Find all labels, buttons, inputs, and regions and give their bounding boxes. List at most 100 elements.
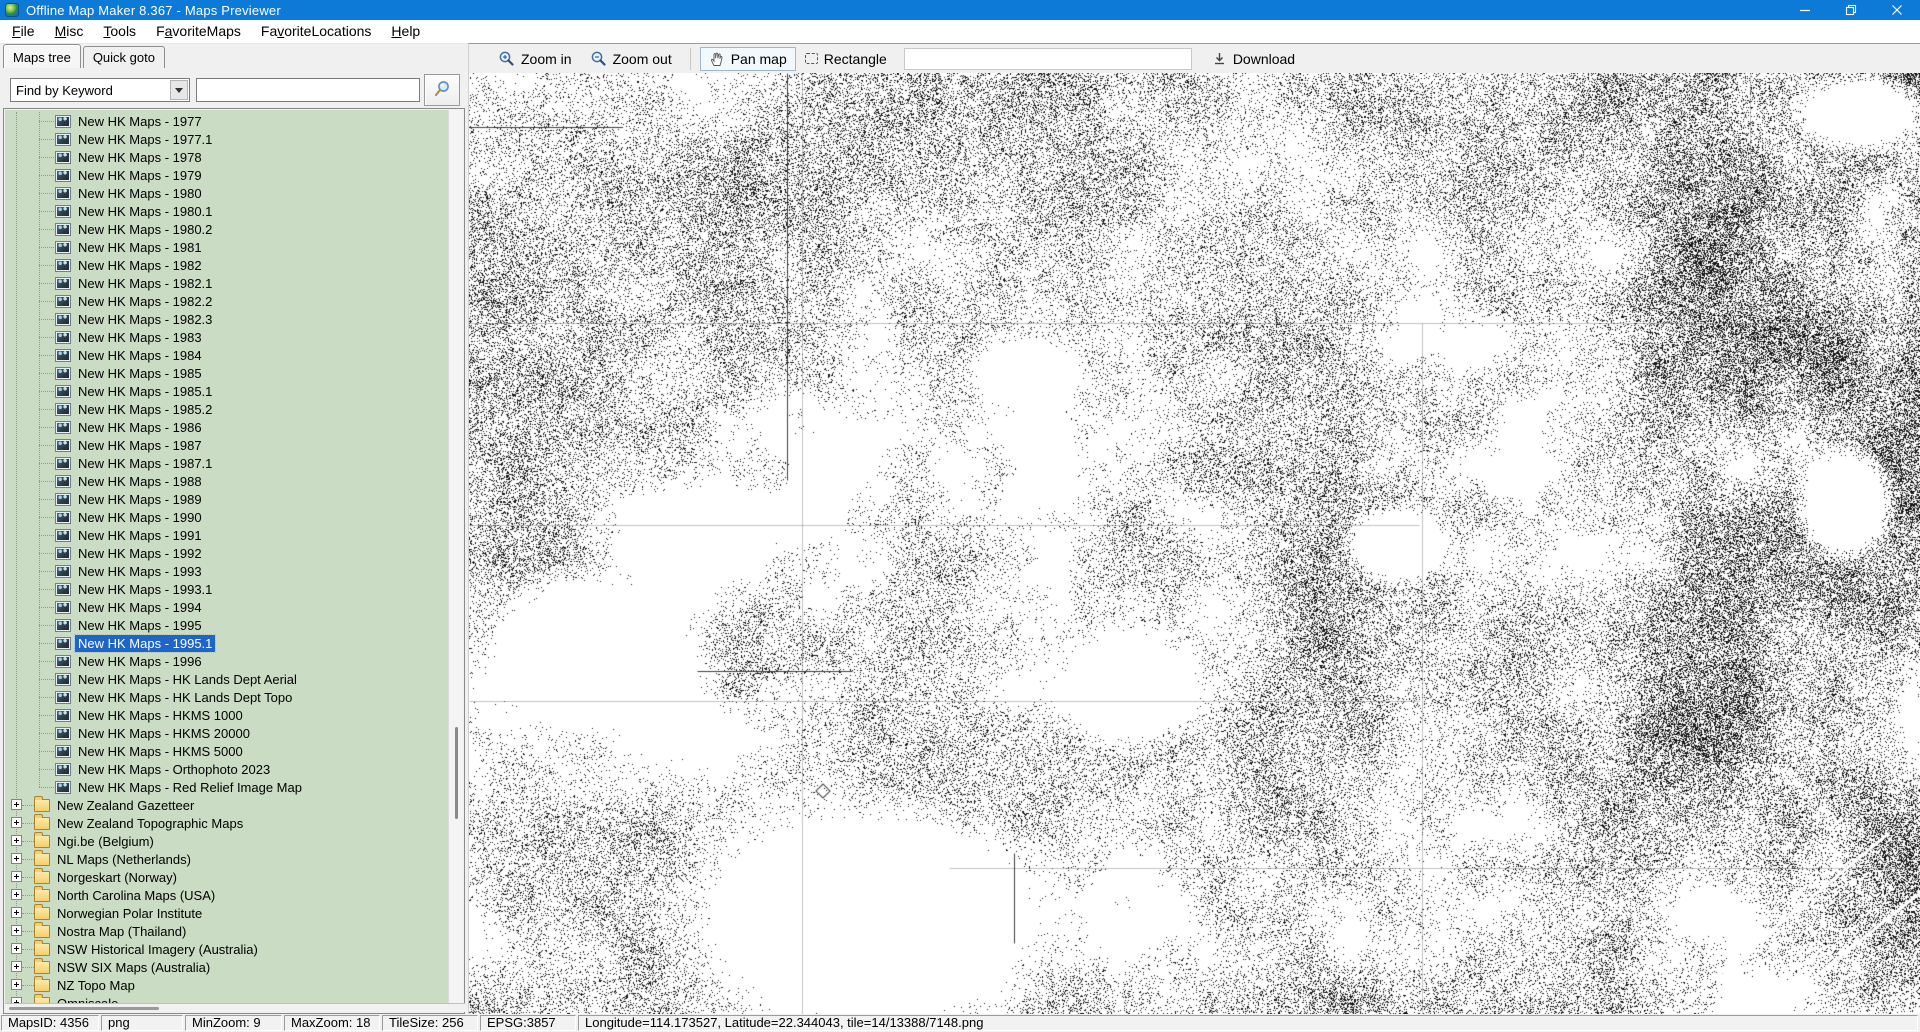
tree-item-folder[interactable]: North Carolina Maps (USA) [5,886,449,904]
tree-item-label[interactable]: New HK Maps - 1984 [75,347,205,364]
expand-plus-icon[interactable] [11,961,22,972]
tree-item-label[interactable]: New HK Maps - 1994 [75,599,205,616]
expand-plus-icon[interactable] [11,853,22,864]
tree-item-map[interactable]: New HK Maps - 1982.2 [5,292,449,310]
tree-item-label[interactable]: NSW Historical Imagery (Australia) [54,941,261,958]
tree-item-label[interactable]: NSW SIX Maps (Australia) [54,959,213,976]
tree-item-map[interactable]: New HK Maps - 1985.1 [5,382,449,400]
tree-item-label[interactable]: New HK Maps - Orthophoto 2023 [75,761,273,778]
tree-item-map[interactable]: New HK Maps - 1984 [5,346,449,364]
menu-file[interactable]: File [2,20,45,43]
tree-item-label[interactable]: New Zealand Topographic Maps [54,815,246,832]
menu-favoritemaps[interactable]: FavoriteMaps [146,20,251,43]
tree-item-label[interactable]: New HK Maps - 1979 [75,167,205,184]
tree-item-label[interactable]: NZ Topo Map [54,977,138,994]
tree-item-folder[interactable]: Ngi.be (Belgium) [5,832,449,850]
tree-item-map[interactable]: New HK Maps - Orthophoto 2023 [5,760,449,778]
tree-item-label[interactable]: New HK Maps - HK Lands Dept Aerial [75,671,300,688]
rectangle-button[interactable]: Rectangle [796,47,896,71]
tree-item-folder[interactable]: NSW SIX Maps (Australia) [5,958,449,976]
zoom-in-button[interactable]: Zoom in [489,46,581,71]
tree-item-label[interactable]: New HK Maps - 1978 [75,149,205,166]
tree-item-label[interactable]: New HK Maps - HKMS 20000 [75,725,253,742]
tree-item-folder[interactable]: NL Maps (Netherlands) [5,850,449,868]
tree-item-label[interactable]: New HK Maps - 1989 [75,491,205,508]
tree-item-label[interactable]: New HK Maps - 1991 [75,527,205,544]
tree-item-label[interactable]: New HK Maps - 1986 [75,419,205,436]
tree-item-label[interactable]: New HK Maps - 1980.2 [75,221,215,238]
tree-item-map[interactable]: New HK Maps - 1982 [5,256,449,274]
tree-item-map[interactable]: New HK Maps - 1977 [5,112,449,130]
expand-plus-icon[interactable] [11,979,22,990]
tree-item-map[interactable]: New HK Maps - 1981 [5,238,449,256]
tree-item-label[interactable]: New HK Maps - 1977 [75,113,205,130]
tree-item-map[interactable]: New HK Maps - 1988 [5,472,449,490]
tree-item-map[interactable]: New HK Maps - 1995 [5,616,449,634]
tree-item-map[interactable]: New HK Maps - 1982.3 [5,310,449,328]
map-preview-canvas[interactable] [469,73,1920,1015]
tree-item-map[interactable]: New HK Maps - 1987.1 [5,454,449,472]
expand-plus-icon[interactable] [11,799,22,810]
tree-item-map[interactable]: New HK Maps - 1980.1 [5,202,449,220]
tree-item-folder[interactable]: NZ Topo Map [5,976,449,994]
tree-item-map[interactable]: New HK Maps - 1978 [5,148,449,166]
tree-item-map[interactable]: New HK Maps - HKMS 20000 [5,724,449,742]
search-button[interactable] [424,74,460,106]
tree-item-label[interactable]: New HK Maps - 1985 [75,365,205,382]
tree-item-label[interactable]: New HK Maps - 1988 [75,473,205,490]
expand-plus-icon[interactable] [11,817,22,828]
tree-item-label[interactable]: New HK Maps - 1992 [75,545,205,562]
tree-item-label[interactable]: New HK Maps - 1990 [75,509,205,526]
expand-plus-icon[interactable] [11,871,22,882]
menu-tools[interactable]: Tools [93,20,146,43]
tree-item-map[interactable]: New HK Maps - 1985 [5,364,449,382]
tree-item-map[interactable]: New HK Maps - 1983 [5,328,449,346]
tree-item-label[interactable]: New HK Maps - 1980.1 [75,203,215,220]
zoom-out-button[interactable]: Zoom out [581,46,681,71]
tree-item-map[interactable]: New HK Maps - 1990 [5,508,449,526]
tree-item-label[interactable]: New HK Maps - HKMS 5000 [75,743,246,760]
tree-horizontal-scrollbar[interactable] [5,1003,465,1012]
tree-item-map[interactable]: New HK Maps - 1979 [5,166,449,184]
tree-item-label[interactable]: New HK Maps - 1982.2 [75,293,215,310]
tree-item-map[interactable]: New HK Maps - Red Relief Image Map [5,778,449,796]
tree-vertical-scrollbar-thumb[interactable] [455,727,458,819]
tree-item-label[interactable]: New HK Maps - Red Relief Image Map [75,779,305,796]
tree-item-folder[interactable]: NSW Historical Imagery (Australia) [5,940,449,958]
tree-item-map[interactable]: New HK Maps - 1991 [5,526,449,544]
toolbar-text-input[interactable] [904,48,1192,70]
find-mode-dropdown[interactable]: Find by Keyword [10,78,190,102]
tree-item-label[interactable]: Norwegian Polar Institute [54,905,205,922]
tree-item-label[interactable]: New HK Maps - 1987 [75,437,205,454]
tree-item-label[interactable]: New HK Maps - 1983 [75,329,205,346]
tree-item-map[interactable]: New HK Maps - 1987 [5,436,449,454]
menu-favoritelocations[interactable]: FavoriteLocations [251,20,382,43]
tree-horizontal-scrollbar-thumb[interactable] [9,1007,159,1010]
tree-item-map[interactable]: New HK Maps - 1994 [5,598,449,616]
expand-plus-icon[interactable] [11,907,22,918]
tree-item-label[interactable]: New HK Maps - 1993.1 [75,581,215,598]
tree-item-map[interactable]: New HK Maps - 1980 [5,184,449,202]
tree-item-folder[interactable]: New Zealand Gazetteer [5,796,449,814]
tree-item-label[interactable]: New HK Maps - HK Lands Dept Topo [75,689,295,706]
expand-plus-icon[interactable] [11,889,22,900]
tab-maps-tree[interactable]: Maps tree [3,44,81,68]
tree-item-map[interactable]: New HK Maps - 1980.2 [5,220,449,238]
tree-item-folder[interactable]: New Zealand Topographic Maps [5,814,449,832]
tree-item-map[interactable]: New HK Maps - 1993.1 [5,580,449,598]
tree-vertical-scrollbar[interactable] [448,110,463,1004]
tree-item-label[interactable]: New HK Maps - 1995 [75,617,205,634]
tree-item-map[interactable]: New HK Maps - HK Lands Dept Aerial [5,670,449,688]
tree-item-label[interactable]: New HK Maps - 1982.1 [75,275,215,292]
tree-item-label[interactable]: Nostra Map (Thailand) [54,923,189,940]
tree-item-label[interactable]: New Zealand Gazetteer [54,797,197,814]
menu-misc[interactable]: Misc [45,20,94,43]
tree-item-label[interactable]: New HK Maps - 1985.1 [75,383,215,400]
tree-item-map[interactable]: New HK Maps - 1982.1 [5,274,449,292]
expand-plus-icon[interactable] [11,835,22,846]
tree-item-folder[interactable]: Norgeskart (Norway) [5,868,449,886]
tree-item-label[interactable]: New HK Maps - 1982.3 [75,311,215,328]
tree-item-folder[interactable]: Nostra Map (Thailand) [5,922,449,940]
tree-item-map[interactable]: New HK Maps - 1986 [5,418,449,436]
tree-item-folder[interactable]: Norwegian Polar Institute [5,904,449,922]
